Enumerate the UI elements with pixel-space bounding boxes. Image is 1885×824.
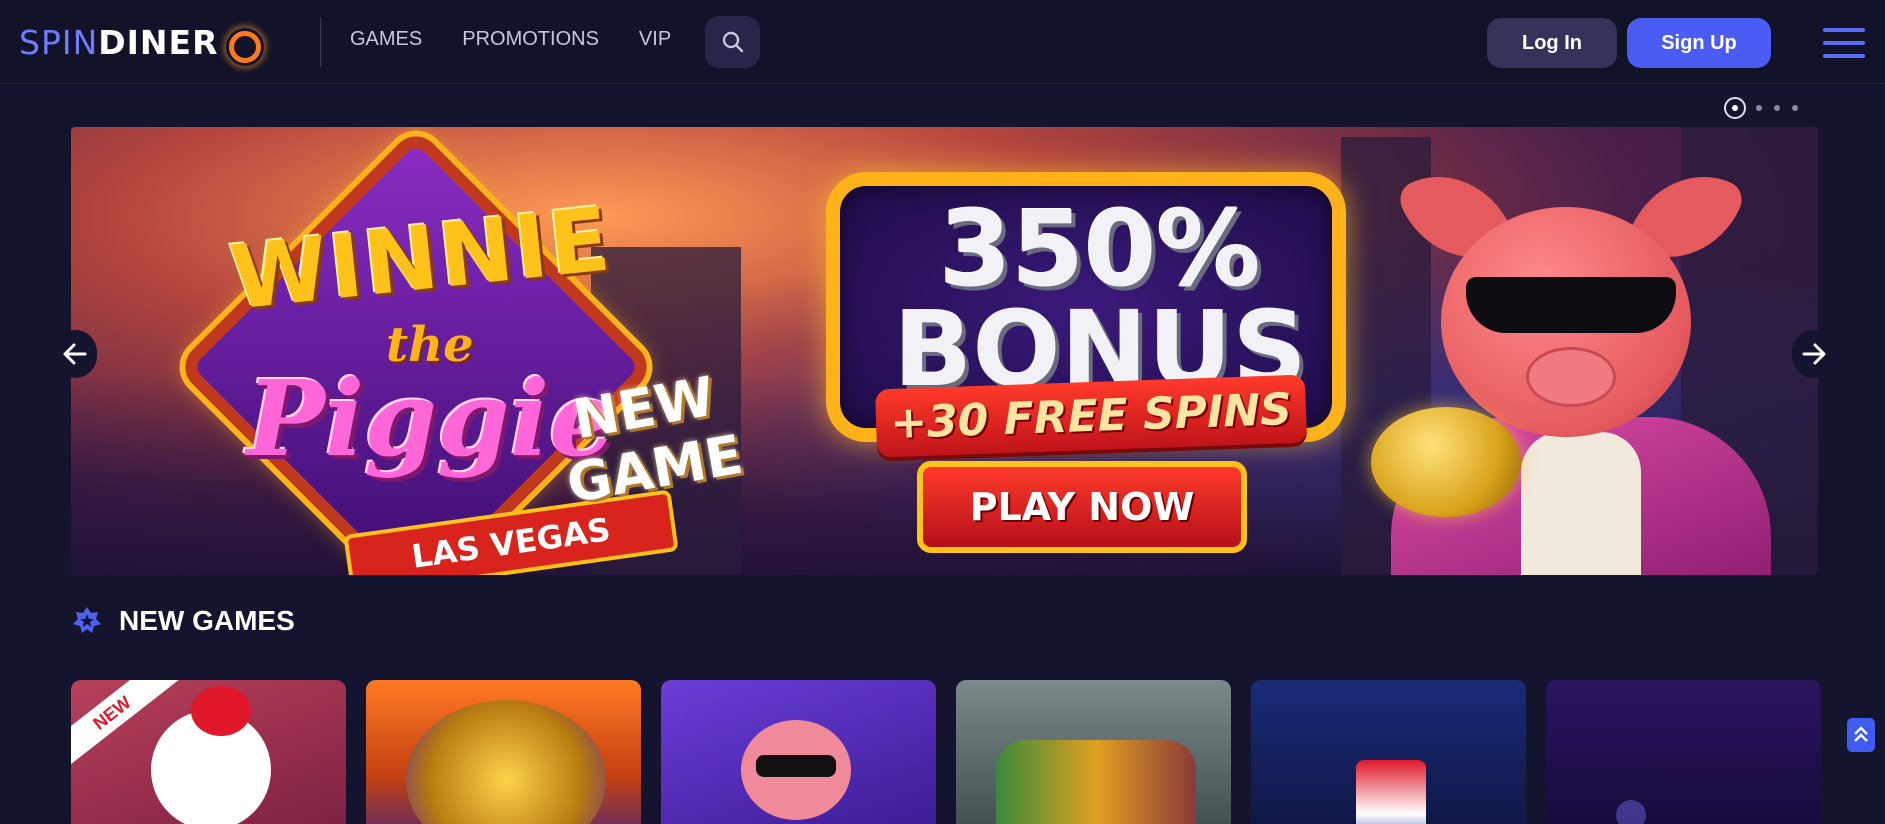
firework-game-image xyxy=(1356,760,1426,824)
game-tile[interactable] xyxy=(366,680,641,824)
game-tile[interactable] xyxy=(956,680,1231,824)
rooster-comb xyxy=(191,686,251,736)
carousel-dot-2[interactable] xyxy=(1756,105,1762,111)
pig-snout xyxy=(1526,347,1616,407)
carousel-pagination xyxy=(1724,97,1798,119)
game-tile[interactable] xyxy=(1546,680,1821,824)
arrow-left-icon xyxy=(63,343,87,365)
sunglasses xyxy=(1466,277,1676,333)
top-header: SPIN DINER GAMES PROMOTIONS VIP Log In Si… xyxy=(0,0,1885,84)
carousel-next-button[interactable] xyxy=(1792,330,1836,378)
game-tile[interactable] xyxy=(661,680,936,824)
free-spins-banner: +30 FREE SPINS xyxy=(874,374,1308,458)
carousel-dot-4[interactable] xyxy=(1792,105,1798,111)
logo-spin-text: SPIN xyxy=(19,22,99,62)
scroll-to-top-button[interactable] xyxy=(1847,718,1875,752)
pig-shirt xyxy=(1521,432,1641,575)
pig-mascot-image xyxy=(1371,147,1791,575)
game-tile[interactable]: NEW xyxy=(71,680,346,824)
carousel-prev-button[interactable] xyxy=(53,330,97,378)
new-games-header: NEW GAMES xyxy=(71,605,295,637)
menu-line xyxy=(1823,28,1865,32)
game-art xyxy=(1616,800,1646,824)
login-button[interactable]: Log In xyxy=(1487,18,1617,68)
play-now-button[interactable]: PLAY NOW xyxy=(917,461,1247,553)
star-badge-icon xyxy=(73,607,101,633)
game-tile[interactable] xyxy=(1251,680,1526,824)
nav-games[interactable]: GAMES xyxy=(350,28,422,51)
double-chevron-up-icon xyxy=(1854,726,1868,742)
menu-line xyxy=(1823,54,1865,58)
search-button[interactable] xyxy=(705,16,760,68)
gold-coins xyxy=(1371,407,1521,517)
hamburger-menu-icon[interactable] xyxy=(1823,28,1865,58)
warriors-image xyxy=(996,740,1196,824)
main-nav: GAMES PROMOTIONS VIP xyxy=(350,28,671,51)
menu-line xyxy=(1823,41,1865,45)
signup-button[interactable]: Sign Up xyxy=(1627,18,1771,68)
logo-dinero-text: DINER xyxy=(98,22,219,62)
spindinero-logo[interactable]: SPIN DINER xyxy=(19,18,261,66)
search-icon xyxy=(722,31,743,53)
promo-banner[interactable]: WINNIE the Piggie LAS VEGAS NEW GAME 350… xyxy=(71,127,1818,575)
logo-sun-icon xyxy=(220,22,261,63)
nav-vip[interactable]: VIP xyxy=(639,28,671,51)
coin-tree-image xyxy=(406,700,606,824)
pig-sunglasses xyxy=(756,755,836,777)
nav-promotions[interactable]: PROMOTIONS xyxy=(462,28,599,51)
carousel-dot-1[interactable] xyxy=(1724,97,1746,119)
section-title: NEW GAMES xyxy=(119,605,295,636)
arrow-right-icon xyxy=(1802,343,1826,365)
header-divider xyxy=(320,17,321,67)
carousel-dot-3[interactable] xyxy=(1774,105,1780,111)
new-games-row: NEW xyxy=(71,680,1821,824)
